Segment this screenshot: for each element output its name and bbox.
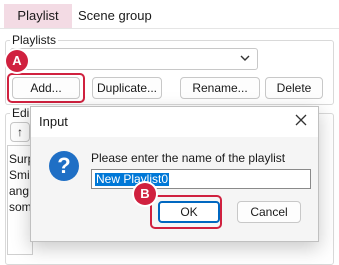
playlist-combo[interactable]: c [10, 48, 258, 70]
tab-divider [0, 28, 339, 29]
cancel-button[interactable]: Cancel [237, 201, 301, 223]
question-icon: ? [49, 151, 79, 181]
highlight-add [7, 73, 85, 103]
move-up-button[interactable]: ↑ [10, 122, 30, 142]
dialog-prompt: Please enter the name of the playlist [91, 151, 286, 165]
edit-text-line: som [9, 200, 32, 214]
duplicate-button[interactable]: Duplicate... [92, 77, 162, 99]
edit-group-label: Edi [10, 106, 32, 120]
annotation-badge-b: B [134, 183, 156, 205]
close-icon[interactable] [294, 113, 308, 127]
edit-text-line: Smi [9, 168, 30, 182]
rename-button[interactable]: Rename... [180, 77, 260, 99]
dialog-title: Input [39, 114, 68, 129]
delete-button[interactable]: Delete [265, 77, 323, 99]
playlists-group-label: Playlists [10, 33, 59, 47]
tab-playlist[interactable]: Playlist [4, 4, 72, 28]
edit-text-line: ang [9, 184, 30, 198]
annotation-badge-a: A [6, 50, 28, 72]
playlist-name-value: New Playlist0 [95, 172, 170, 186]
tab-scene-group[interactable]: Scene group [78, 4, 158, 28]
playlist-name-input[interactable]: New Playlist0 [91, 169, 311, 189]
chevron-down-icon [240, 55, 250, 61]
highlight-ok [150, 195, 222, 229]
